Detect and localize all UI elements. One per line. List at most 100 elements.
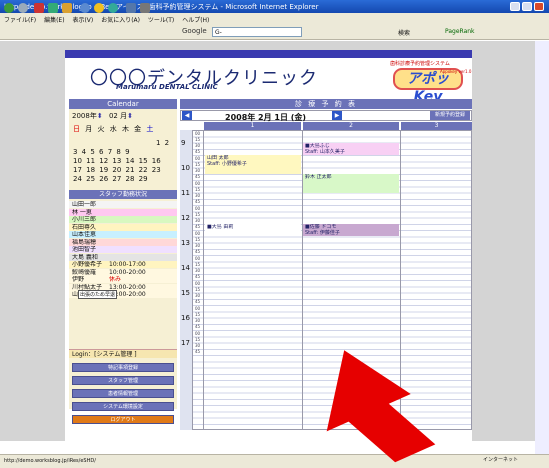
staff-row[interactable]: 池田智子 <box>69 246 177 253</box>
refresh-icon[interactable] <box>48 3 58 13</box>
minute-label: 15 <box>195 336 201 342</box>
search-icon[interactable] <box>80 3 90 13</box>
prev-day-button[interactable]: ◀ <box>182 111 192 120</box>
minute-label: 30 <box>195 268 201 273</box>
minute-label: 30 <box>195 143 201 148</box>
calendar-week[interactable]: 1 2 <box>156 139 169 147</box>
appointment-staff: Staff: 伊藤佳子 <box>305 229 340 236</box>
dow-fri: 金 <box>134 125 142 133</box>
patient-manage-button[interactable]: 患者情報管理 <box>72 389 174 398</box>
staff-row[interactable]: 伊野 休み <box>69 276 177 283</box>
menu-view[interactable]: 表示(V) <box>72 17 93 24</box>
column-divider <box>203 130 204 430</box>
staff-name: 福島瑞穂 <box>72 238 97 246</box>
dow-tue: 火 <box>97 125 105 133</box>
staff-name: 大島 義和 <box>72 253 98 261</box>
staff-row[interactable]: 山本佳恵 <box>69 231 177 238</box>
minute-label: 00 <box>195 305 201 311</box>
header-bar <box>65 50 472 58</box>
home-icon[interactable] <box>62 3 72 13</box>
appointment-block[interactable]: ■佐藤 ドコモ Staff: 伊藤佳子 <box>303 223 399 237</box>
close-button[interactable] <box>534 2 544 11</box>
schedule-title: 診 療 予 約 表 <box>180 99 472 109</box>
product-subtitle: 歯科診療予約管理システム <box>390 61 450 67</box>
vertical-scrollbar[interactable] <box>535 41 549 454</box>
minute-label: 15 <box>195 311 201 317</box>
next-day-button[interactable]: ▶ <box>332 111 342 120</box>
staff-row[interactable]: 小川三郎 <box>69 216 177 223</box>
logout-button[interactable]: ログアウト <box>72 415 174 424</box>
hour-label: 14 <box>181 264 190 272</box>
menu-tools[interactable]: ツール(T) <box>148 17 174 24</box>
minute-label: 15 <box>195 211 201 217</box>
hour-column <box>180 130 193 430</box>
appointment-block[interactable]: 山田 太郎 Staff: 小野優希子 <box>205 155 301 174</box>
minute-label: 30 <box>195 243 201 248</box>
appointment-patient: ■大島 由莉 <box>207 223 234 230</box>
calendar-dow: 日 月 火 水 木 金 土 <box>73 124 153 134</box>
system-settings-button[interactable]: システム環境設定 <box>72 402 174 411</box>
google-search-input[interactable]: G- <box>212 27 302 37</box>
mail-icon[interactable] <box>126 3 136 13</box>
stop-icon[interactable] <box>34 3 44 13</box>
minute-label: 45 <box>195 249 201 255</box>
login-status: Login：[システム管理 ] <box>69 349 177 358</box>
print-icon[interactable] <box>140 3 150 13</box>
appointment-block[interactable]: ■大島 由莉 <box>205 223 301 237</box>
minute-label: 00 <box>195 205 201 211</box>
minute-label: 15 <box>195 236 201 242</box>
minute-label: 15 <box>195 186 201 192</box>
calendar-selectors: 2008年⬍ 02 月⬍ <box>72 112 133 120</box>
staff-row[interactable]: 福島瑞穂 <box>69 238 177 246</box>
date-bar <box>180 110 472 121</box>
menu-favorites[interactable]: お気に入り(A) <box>101 17 140 24</box>
appointment-block[interactable]: ■大島ふじ Staff: 山本久美子 <box>303 142 399 155</box>
back-icon[interactable] <box>4 3 14 13</box>
staff-row[interactable]: 林 一恵 <box>69 208 177 216</box>
minute-label: 15 <box>195 261 201 267</box>
staff-row[interactable]: 石田尊久 <box>69 223 177 231</box>
calendar-week[interactable]: 24 25 26 27 28 29 <box>73 175 148 183</box>
pagerank-label: PageRank <box>445 28 475 35</box>
staff-row[interactable]: 小野優希子 10:00-17:00 <box>69 261 177 268</box>
staff-name: 鮫崎優羅 <box>72 268 97 276</box>
year-select[interactable]: 2008年 <box>72 112 97 120</box>
menu-edit[interactable]: 編集(E) <box>44 17 64 24</box>
forward-icon[interactable] <box>18 3 28 13</box>
menu-file[interactable]: ファイル(F) <box>4 17 36 24</box>
staff-manage-button[interactable]: スタッフ管理 <box>72 376 174 385</box>
minute-label: 00 <box>195 230 201 236</box>
status-url: http://demo.worksblog.jp/iRes/eSHD/ <box>4 458 96 464</box>
minute-label: 30 <box>195 193 201 198</box>
clinic-logo-en: Marumaru DENTAL CLINIC <box>116 83 218 91</box>
minute-label: 30 <box>195 343 201 348</box>
staff-hours: 休み <box>109 276 122 283</box>
maximize-button[interactable] <box>522 2 532 11</box>
history-icon[interactable] <box>108 3 118 13</box>
staff-hours: 10:00-17:00 <box>109 261 146 268</box>
search-button[interactable]: 検索 <box>398 28 410 37</box>
staff-row[interactable]: 大島 義和 <box>69 253 177 261</box>
google-label: Google <box>182 27 207 35</box>
month-select[interactable]: 02 月 <box>109 112 127 120</box>
appointment-staff: Staff: 小野優希子 <box>207 161 247 167</box>
staff-row[interactable]: 鮫崎優羅 10:00-20:00 <box>69 268 177 276</box>
menu-bar: ファイル(F) 編集(E) 表示(V) お気に入り(A) ツール(T) ヘルプ(… <box>0 13 549 24</box>
hour-label: 13 <box>181 239 190 247</box>
menu-help[interactable]: ヘルプ(H) <box>182 17 209 24</box>
dow-sun: 日 <box>73 125 80 133</box>
favorites-icon[interactable] <box>94 3 104 13</box>
calendar-week[interactable]: 3 4 5 6 7 8 9 <box>73 148 130 156</box>
appointment-block[interactable]: 鈴木 正太郎 <box>303 173 399 193</box>
calendar-week[interactable]: 10 11 12 13 14 15 16 <box>73 157 161 165</box>
notes-register-button[interactable]: 特記事項登録 <box>72 363 174 372</box>
calendar-week[interactable]: 17 18 19 20 21 22 23 <box>73 166 161 174</box>
staff-name: 池田智子 <box>72 246 97 253</box>
zone-label: インターネット <box>483 457 519 463</box>
staff-row[interactable]: 山田一郎 <box>69 201 177 208</box>
hour-label: 10 <box>181 164 190 172</box>
hour-label: 11 <box>181 189 190 197</box>
new-reservation-button[interactable]: 新規予約登録 <box>430 111 470 120</box>
minute-label: 00 <box>195 130 201 136</box>
minimize-button[interactable] <box>510 2 520 11</box>
